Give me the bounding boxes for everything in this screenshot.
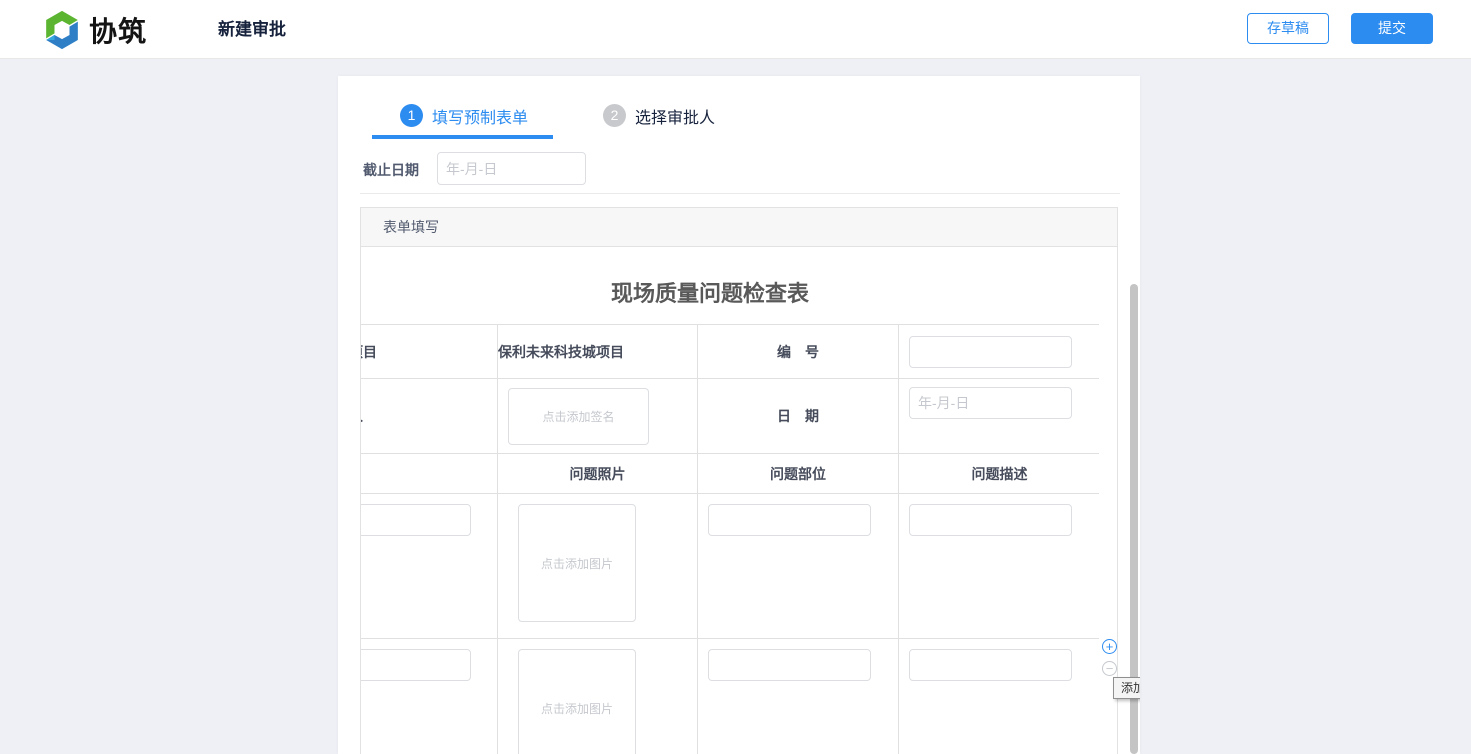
inspector-label: 检查人 xyxy=(361,379,498,454)
step-fill-form[interactable]: 1 填写预制表单 xyxy=(400,104,528,127)
number-input[interactable] xyxy=(909,336,1072,368)
deadline-label: 截止日期 xyxy=(363,160,419,180)
location-input[interactable] xyxy=(708,649,871,681)
app-logo: 协筑 xyxy=(42,9,147,51)
step2-label: 选择审批人 xyxy=(635,104,715,128)
issue-row: 点击添加图片 xyxy=(361,639,1099,754)
add-row-button[interactable]: + xyxy=(1102,639,1117,654)
step2-number-badge: 2 xyxy=(603,104,626,127)
serial-input[interactable] xyxy=(361,649,471,681)
column-header-location: 问题部位 xyxy=(698,454,899,494)
number-label: 编 号 xyxy=(698,325,899,379)
logo-icon xyxy=(42,10,82,50)
serial-input[interactable] xyxy=(361,504,471,536)
page-title: 新建审批 xyxy=(218,0,286,59)
date-input[interactable] xyxy=(909,387,1072,419)
form-fill-section: 表单填写 现场质量问题检查表 工程项目 保利未来科技城项目 编 号 检查人 xyxy=(360,207,1118,754)
form-section-header: 表单填写 xyxy=(361,208,1117,247)
column-header-photo: 问题照片 xyxy=(498,454,698,494)
photo-upload[interactable]: 点击添加图片 xyxy=(518,649,636,754)
project-value: 保利未来科技城项目 xyxy=(498,325,698,379)
project-label: 工程项目 xyxy=(361,325,498,379)
table-row: 检查人 点击添加签名 日 期 xyxy=(361,379,1099,454)
step1-number-badge: 1 xyxy=(400,104,423,127)
column-header-description: 问题描述 xyxy=(899,454,1100,494)
table-header-row: 序号 问题照片 问题部位 问题描述 xyxy=(361,454,1099,494)
submit-button[interactable]: 提交 xyxy=(1351,13,1433,44)
photo-placeholder: 点击添加图片 xyxy=(541,555,613,572)
remove-row-button[interactable]: − xyxy=(1102,661,1117,676)
step-select-approver[interactable]: 2 选择审批人 xyxy=(603,104,715,127)
issue-row: 点击添加图片 xyxy=(361,494,1099,639)
table-row: 工程项目 保利未来科技城项目 编 号 xyxy=(361,325,1099,379)
checklist-title: 现场质量问题检查表 xyxy=(361,276,1099,308)
save-draft-button[interactable]: 存草稿 xyxy=(1247,13,1329,44)
add-row-tooltip: 添加行 xyxy=(1113,677,1140,699)
active-step-underline xyxy=(372,135,553,139)
signature-placeholder: 点击添加签名 xyxy=(542,408,614,425)
section-divider xyxy=(360,193,1120,194)
logo-text: 协筑 xyxy=(89,10,147,50)
top-bar: 协筑 新建审批 存草稿 提交 xyxy=(0,0,1471,59)
column-header-serial: 序号 xyxy=(361,454,498,494)
description-input[interactable] xyxy=(909,504,1072,536)
form-scroll-area: 截止日期 表单填写 现场质量问题检查表 工程项目 保利未来科技城项目 编 号 xyxy=(338,141,1140,754)
date-label: 日 期 xyxy=(698,379,899,454)
photo-placeholder: 点击添加图片 xyxy=(541,700,613,717)
quality-checklist-table: 工程项目 保利未来科技城项目 编 号 检查人 点击添加签名 xyxy=(361,324,1099,754)
description-input[interactable] xyxy=(909,649,1072,681)
deadline-date-input[interactable] xyxy=(437,152,586,185)
step1-label: 填写预制表单 xyxy=(432,104,528,128)
photo-upload[interactable]: 点击添加图片 xyxy=(518,504,636,622)
table-viewport: 现场质量问题检查表 工程项目 保利未来科技城项目 编 号 检查人 xyxy=(361,248,1099,754)
approval-form-card: 1 填写预制表单 2 选择审批人 截止日期 表单填写 现场质量问题检查表 工程项… xyxy=(338,76,1140,754)
location-input[interactable] xyxy=(708,504,871,536)
signature-upload[interactable]: 点击添加签名 xyxy=(508,388,649,445)
